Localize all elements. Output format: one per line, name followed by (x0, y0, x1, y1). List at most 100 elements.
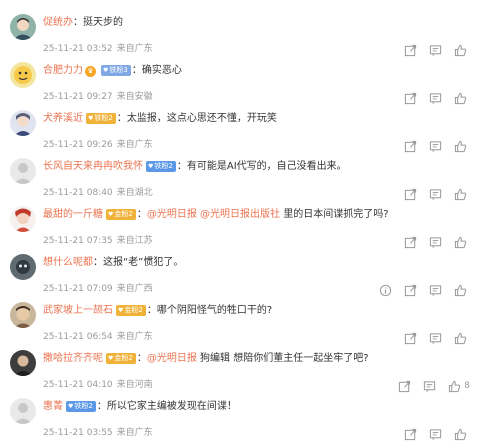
username[interactable]: 想什么呢都 (43, 257, 93, 268)
mention-link[interactable]: @光明日报 (147, 353, 197, 364)
mention-link[interactable]: @光明日报出版社 (200, 209, 280, 220)
thumbs-up-icon (454, 236, 467, 248)
comment-meta: 25-11-21 09:27 来自安徽 (43, 90, 153, 104)
comment-actions (404, 331, 470, 345)
share-button[interactable] (404, 140, 417, 153)
like-button[interactable] (454, 428, 470, 441)
timestamp: 25-11-21 03:55 (43, 428, 113, 438)
share-icon (404, 44, 417, 56)
avatar[interactable] (10, 302, 36, 328)
share-button[interactable] (404, 44, 417, 57)
like-button[interactable] (454, 44, 470, 57)
reply-button[interactable] (429, 332, 442, 345)
fan-badge-label: 金粉2 (114, 354, 133, 362)
username[interactable]: 促统办 (43, 17, 73, 28)
username[interactable]: 武家坡上一颉石 (43, 305, 113, 316)
heart-icon: ♥ (148, 163, 154, 170)
avatar[interactable] (10, 14, 36, 40)
fan-badge-label: 铁粉3 (109, 66, 128, 74)
colon: ： (93, 257, 103, 268)
avatar[interactable] (10, 254, 36, 280)
reply-button[interactable] (429, 188, 442, 201)
comment-actions (404, 139, 470, 153)
like-button[interactable] (454, 140, 470, 153)
reply-button[interactable] (429, 284, 442, 297)
location: 来自江苏 (116, 236, 153, 246)
report-button[interactable] (379, 284, 392, 297)
share-button[interactable] (404, 428, 417, 441)
comment-actions (404, 235, 470, 249)
username[interactable]: 惠菁 (43, 401, 63, 412)
location: 来自广西 (116, 284, 153, 294)
fan-badge-label: 铁粉2 (94, 114, 113, 122)
comment-text: 哪个阴阳怪气的牲口干的? (156, 305, 273, 316)
share-icon (404, 188, 417, 200)
colon: ： (131, 65, 142, 76)
avatar[interactable] (10, 62, 36, 88)
share-icon (404, 284, 417, 296)
avatar[interactable] (10, 110, 36, 136)
avatar[interactable] (10, 206, 36, 232)
comment-item: 犬养溪近 ♥铁粉2 ：太监报，这点心思还不懂，开玩笑 25-11-21 09:26 来… (0, 108, 480, 156)
reply-button[interactable] (429, 236, 442, 249)
mention-link[interactable]: @光明日报 (147, 209, 197, 220)
like-button[interactable]: 8 (448, 380, 470, 393)
comment-text: 确实恶心 (141, 65, 182, 76)
share-button[interactable] (398, 380, 411, 393)
comment-text: 所以它家主编被发现在间谍！ (106, 401, 237, 412)
username[interactable]: 撒哈拉齐齐呢 (43, 353, 103, 364)
fan-badge: ♥铁粉3 (101, 65, 131, 76)
location: 来自安徽 (116, 92, 153, 102)
share-button[interactable] (404, 284, 417, 297)
like-button[interactable] (454, 188, 470, 201)
share-button[interactable] (404, 188, 417, 201)
comment-icon (429, 284, 442, 296)
colon: ： (136, 353, 147, 364)
username[interactable]: 最甜的一斤糖 (43, 209, 103, 220)
thumbs-up-icon (449, 380, 461, 392)
colon: ： (116, 113, 127, 124)
comment-meta: 25-11-21 04:10 来自河南 (43, 378, 153, 392)
comment-item: 最甜的一斤糖 ♥金粉2 ：@光明日报 @光明日报出版社 里的日本间谍抓完了吗? 25… (0, 204, 480, 252)
like-button[interactable] (454, 92, 470, 105)
thumbs-up-icon (454, 92, 467, 104)
share-button[interactable] (404, 92, 417, 105)
comment-text: 这报“老”惯犯了。 (103, 257, 184, 268)
share-icon (404, 236, 417, 248)
share-button[interactable] (404, 332, 417, 345)
reply-button[interactable] (423, 380, 436, 393)
comment-item: 想什么呢都：这报“老”惯犯了。 25-11-21 07:09 来自广西 (0, 252, 480, 300)
fan-badge-label: 铁粉2 (154, 162, 173, 170)
colon: ： (96, 401, 107, 412)
avatar[interactable] (10, 398, 36, 424)
timestamp: 25-11-21 07:35 (43, 236, 113, 246)
reply-button[interactable] (429, 92, 442, 105)
fan-badge: ♥铁粉2 (86, 113, 116, 124)
comment-icon (429, 428, 442, 440)
username[interactable]: 长风自天来冉冉吹我怀 (43, 161, 143, 172)
username[interactable]: 合肥力力 (43, 65, 83, 76)
comment-icon (429, 92, 442, 104)
location: 来自广东 (116, 140, 153, 150)
reply-button[interactable] (429, 428, 442, 441)
comment-icon (424, 380, 436, 392)
comment-text: 太监报，这点心思还不懂，开玩笑 (126, 113, 277, 124)
avatar[interactable] (10, 350, 36, 376)
heart-icon: ♥ (88, 115, 94, 122)
like-button[interactable] (454, 236, 470, 249)
thumbs-up-icon (454, 332, 467, 344)
share-icon (404, 92, 417, 104)
like-button[interactable] (454, 284, 470, 297)
avatar[interactable] (10, 158, 36, 184)
fan-badge: ♥金粉2 (106, 209, 136, 220)
timestamp: 25-11-21 09:26 (43, 140, 113, 150)
share-button[interactable] (404, 236, 417, 249)
username[interactable]: 犬养溪近 (43, 113, 83, 124)
comment-text: 里的日本间谍抓完了吗? (280, 209, 389, 220)
reply-button[interactable] (429, 44, 442, 57)
share-icon (404, 140, 417, 152)
like-button[interactable] (454, 332, 470, 345)
colon: ： (136, 209, 147, 220)
reply-button[interactable] (429, 140, 442, 153)
timestamp: 25-11-21 06:54 (43, 332, 113, 342)
